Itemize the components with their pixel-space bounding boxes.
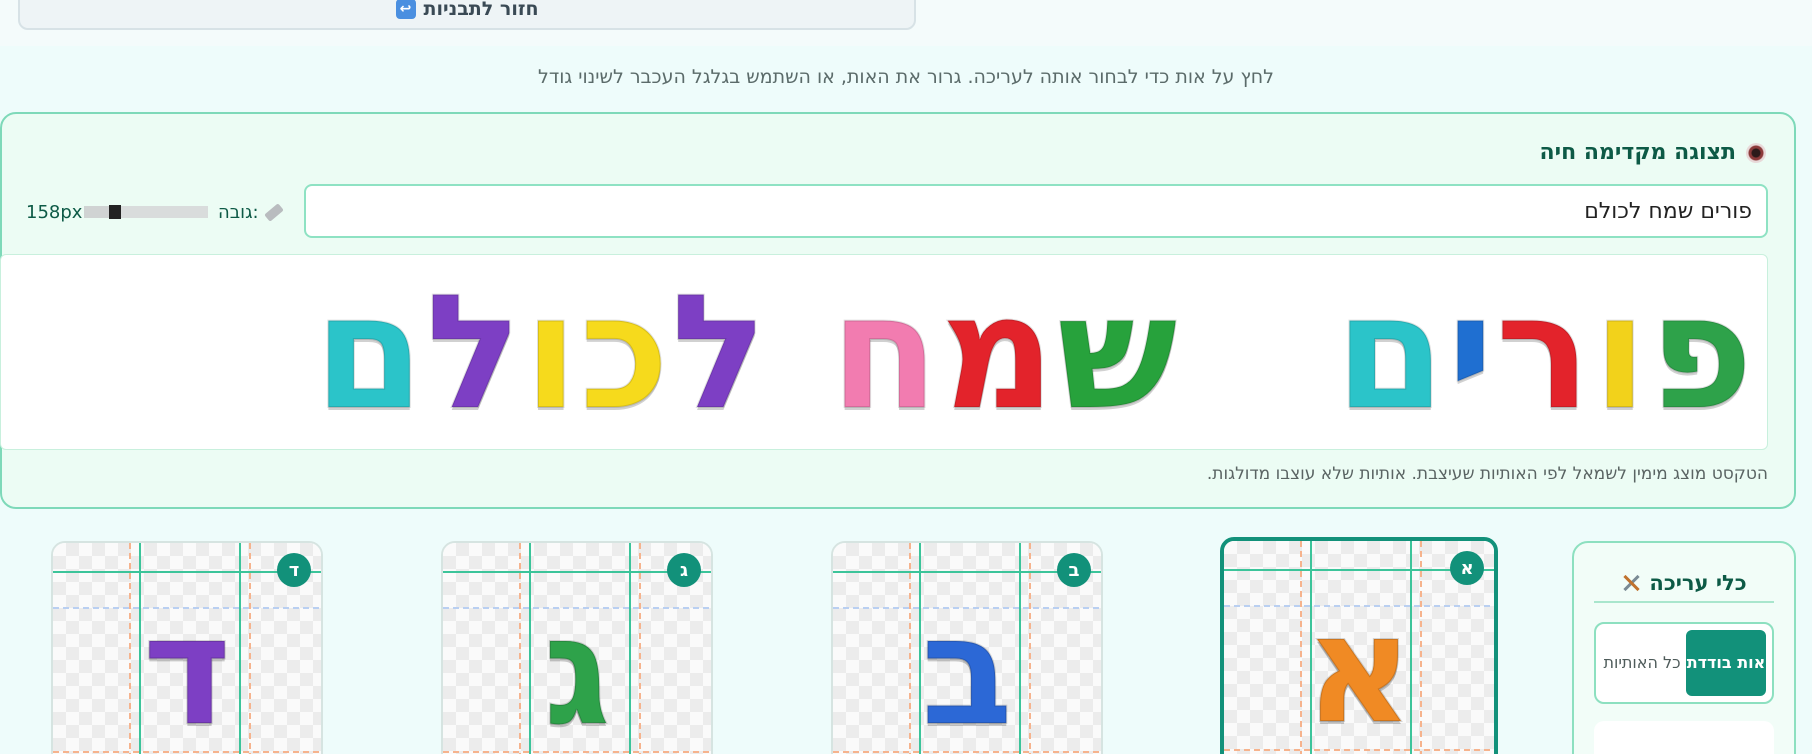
card-letter-image: ד (142, 585, 232, 754)
preview-letter[interactable]: ם (1334, 273, 1446, 433)
preview-word-3: לכולם (313, 255, 768, 449)
card-letter-image: א (1303, 583, 1414, 754)
letter-card-alef[interactable]: א א (1220, 537, 1498, 754)
preview-letter[interactable]: כ (579, 273, 670, 433)
height-label: גובה: (218, 201, 284, 223)
mode-all-letters-button[interactable]: כל האותיות (1602, 630, 1682, 696)
live-preview-panel: תצוגה מקדימה חיה 158px גובה: פורים שמח ל… (0, 112, 1796, 509)
card-letter-image: ב (920, 585, 1013, 754)
top-bar: חזור לתבניות ↩ (0, 0, 1812, 46)
preview-text-input[interactable] (304, 184, 1768, 238)
preview-letter[interactable]: ל (670, 273, 768, 433)
back-button-label: חזור לתבניות (423, 0, 539, 20)
height-slider-thumb[interactable] (109, 205, 121, 219)
mode-single-letter-button[interactable]: אות בודדת (1686, 630, 1766, 696)
preview-letter[interactable]: פ (1648, 273, 1754, 433)
tools-icon (1621, 573, 1641, 593)
letter-badge: ד (277, 553, 311, 587)
edit-mode-toggle: אות בודדת כל האותיות (1594, 622, 1774, 704)
preview-title: תצוגה מקדימה חיה (1540, 140, 1766, 165)
tools-title-text: כלי עריכה (1649, 571, 1747, 595)
preview-word-2: שמח (829, 255, 1178, 449)
editing-tools-panel: כלי עריכה אות בודדת כל האותיות (1572, 541, 1796, 754)
preview-word-1: פורים (1334, 255, 1754, 449)
letter-card-gimel[interactable]: ג ג (441, 541, 713, 754)
preview-letter[interactable]: מ (940, 273, 1056, 433)
height-value: 158px (26, 201, 83, 223)
height-slider[interactable] (84, 205, 208, 219)
preview-letter[interactable]: ח (829, 273, 940, 433)
back-arrow-icon: ↩ (395, 0, 416, 19)
letter-badge: ב (1057, 553, 1091, 587)
preview-letter[interactable]: ר (1495, 273, 1592, 433)
preview-canvas: פורים שמח לכולם (0, 254, 1768, 450)
tools-section (1594, 721, 1774, 754)
preview-note: הטקסט מוצג מימין לשמאל לפי האותיות שעיצב… (1206, 464, 1768, 484)
preview-letter[interactable]: ל (425, 273, 523, 433)
instructions-hint: לחץ על אות כדי לבחור אותה לעריכה. גרור א… (538, 66, 1274, 88)
letter-card-bet[interactable]: ב ב (831, 541, 1103, 754)
preview-letter[interactable]: י (1446, 273, 1495, 433)
tools-title: כלי עריכה (1594, 565, 1774, 603)
eye-icon (1746, 142, 1766, 163)
back-to-templates-button[interactable]: חזור לתבניות ↩ (18, 0, 916, 30)
letter-badge: א (1450, 551, 1484, 585)
preview-title-text: תצוגה מקדימה חיה (1539, 140, 1736, 165)
height-control: 158px גובה: (26, 200, 288, 224)
preview-letter[interactable]: ם (313, 273, 425, 433)
letter-badge: ג (667, 553, 701, 587)
card-letter-image: ג (542, 585, 611, 754)
preview-letter[interactable]: ש (1056, 273, 1178, 433)
preview-letter[interactable]: ו (1592, 273, 1648, 433)
ruler-icon (263, 202, 284, 222)
height-label-text: גובה: (218, 201, 259, 223)
preview-letter[interactable]: ו (523, 273, 579, 433)
letter-card-dalet[interactable]: ד ד (51, 541, 323, 754)
